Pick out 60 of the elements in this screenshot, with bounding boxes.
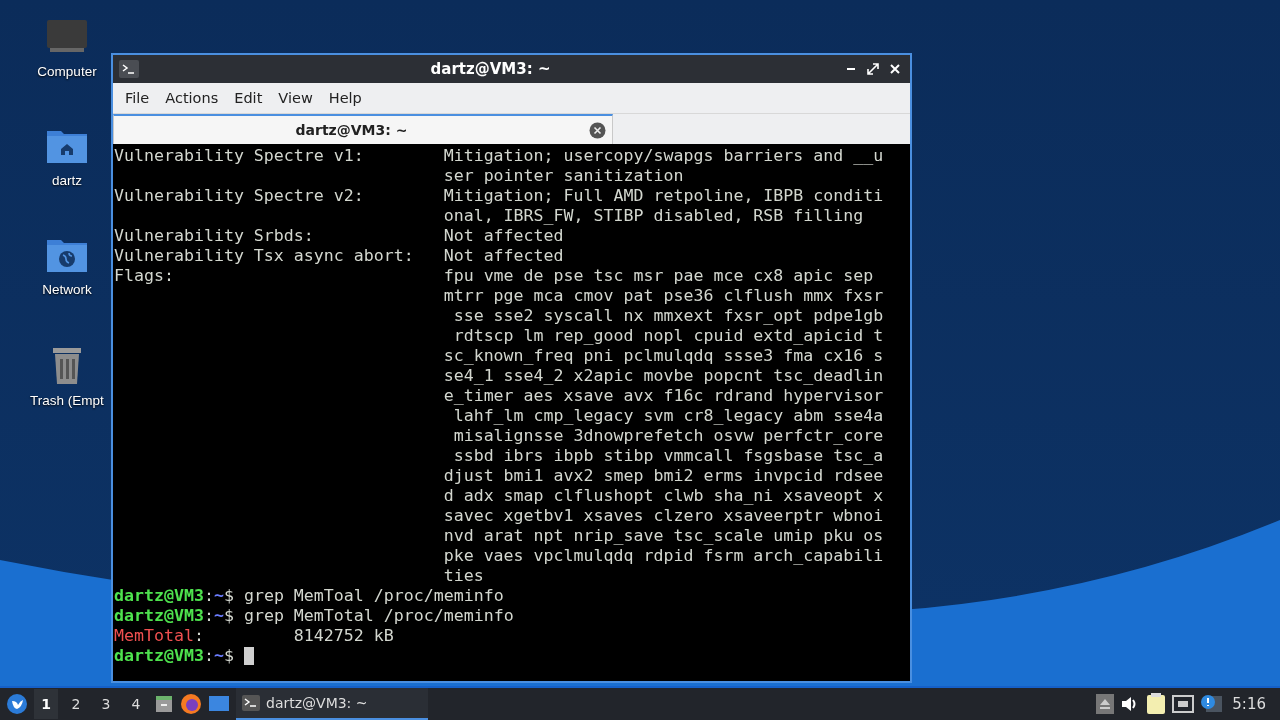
terminal-tab[interactable]: dartz@VM3: ~ bbox=[113, 114, 613, 144]
taskbar-window-button[interactable]: dartz@VM3: ~ bbox=[236, 688, 428, 720]
terminal-text: Vulnerability Tsx async abort: bbox=[114, 246, 415, 266]
terminal-prompt-line: dartz@VM3:~$ bbox=[114, 646, 235, 666]
network-icon[interactable] bbox=[1172, 695, 1195, 713]
terminal-text: lahf_lm cmp_legacy svm cr8_legacy abm sse4a bbox=[452, 406, 884, 426]
terminal-text: fpu vme de pse tsc msr pae mce cx8 apic sep bbox=[443, 266, 875, 286]
terminal-text: djust bmi1 avx2 smep bmi2 erms invpcid rdsee bbox=[443, 466, 884, 486]
workspace-button[interactable]: 3 bbox=[94, 689, 118, 719]
file-cabinet-icon[interactable] bbox=[154, 694, 174, 714]
desktop-icon-label[interactable]: dartz bbox=[52, 173, 82, 188]
maximize-icon[interactable] bbox=[864, 60, 882, 78]
terminal-text: sse sse2 syscall nx mmxext fxsr_opt pdpe1gb bbox=[452, 306, 884, 326]
workspace-button[interactable]: 2 bbox=[64, 689, 88, 719]
terminal-text: misalignsse 3dnowprefetch osvw perfctr_core bbox=[452, 426, 884, 446]
terminal-text: sc_known_freq pni pclmulqdq ssse3 fma cx16 s bbox=[443, 346, 884, 366]
terminal-text: pke vaes vpclmulqdq rdpid fsrm arch_capabili bbox=[443, 546, 884, 566]
terminal-text: Not affected bbox=[443, 226, 565, 246]
terminal-text: MemTotal: 8142752 kB bbox=[114, 626, 395, 646]
terminal-text: Vulnerability Spectre v2: bbox=[114, 186, 365, 207]
terminal-text: Vulnerability Srbds: bbox=[114, 226, 315, 246]
notification-icon[interactable] bbox=[1200, 694, 1223, 714]
terminal-text: onal, IBRS_FW, STIBP disabled, RSB filling bbox=[443, 206, 865, 226]
terminal-text: mtrr pge mca cmov pat pse36 clflush mmx fxsr bbox=[443, 286, 884, 306]
start-menu-icon[interactable] bbox=[6, 693, 28, 715]
terminal-text: d adx smap clflushopt clwb sha_ni xsaveopt x bbox=[443, 486, 884, 506]
menu-item[interactable]: Actions bbox=[157, 90, 227, 106]
terminal-icon bbox=[242, 695, 260, 711]
terminal-text: ser pointer sanitization bbox=[443, 166, 685, 186]
menu-item[interactable]: Help bbox=[320, 90, 370, 106]
menu-item[interactable]: File bbox=[117, 90, 158, 106]
terminal-text: rdtscp lm rep_good nopl cpuid extd_apicid t bbox=[452, 326, 884, 346]
desktop-icon-label[interactable]: Trash (Empt bbox=[30, 393, 104, 408]
workspace-button[interactable]: 1 bbox=[34, 689, 58, 719]
terminal-text: nvd arat npt nrip_save tsc_scale umip pku os bbox=[443, 526, 884, 546]
desktop-icon-label[interactable]: Computer bbox=[37, 64, 97, 79]
clock[interactable]: 5:16 bbox=[1232, 695, 1266, 713]
terminal-text: ssbd ibrs ibpb stibp vmmcall fsgsbase tsc_a bbox=[452, 446, 884, 466]
terminal-text: savec xgetbv1 xsaves clzero xsaveerptr wbnoi bbox=[443, 506, 884, 526]
close-icon[interactable] bbox=[589, 121, 606, 139]
menu-item[interactable]: Edit bbox=[226, 90, 271, 106]
terminal-text: se4_1 sse4_2 x2apic movbe popcnt tsc_deadlin bbox=[443, 366, 884, 386]
terminal-text: e_timer aes xsave avx f16c rdrand hypervisor bbox=[443, 386, 884, 406]
window-title: dartz@VM3: ~ bbox=[429, 60, 552, 78]
eject-icon[interactable] bbox=[1096, 694, 1115, 714]
clipboard-icon[interactable] bbox=[1146, 693, 1167, 715]
desktop-icon-label[interactable]: Network bbox=[42, 282, 92, 297]
browser-icon[interactable] bbox=[180, 693, 202, 715]
terminal-text: Mitigation; usercopy/swapgs barriers and __u bbox=[443, 146, 884, 166]
terminal-text: ties bbox=[443, 566, 485, 586]
workspace-button[interactable]: 4 bbox=[124, 689, 148, 719]
terminal-prompt-line: dartz@VM3:~$ grep MemToal /proc/meminfo bbox=[114, 586, 504, 606]
menu-item[interactable]: View bbox=[270, 90, 321, 106]
terminal-text: Mitigation; Full AMD retpoline, IBPB conditi bbox=[443, 186, 884, 206]
terminal-icon bbox=[119, 60, 139, 78]
terminal-prompt-line: dartz@VM3:~$ grep MemTotal /proc/meminfo bbox=[114, 606, 514, 626]
show-desktop-icon[interactable] bbox=[208, 695, 230, 713]
terminal-text: Flags: bbox=[114, 266, 175, 287]
terminal-text: Not affected bbox=[443, 246, 565, 266]
terminal-text: Vulnerability Spectre v1: bbox=[114, 146, 365, 167]
